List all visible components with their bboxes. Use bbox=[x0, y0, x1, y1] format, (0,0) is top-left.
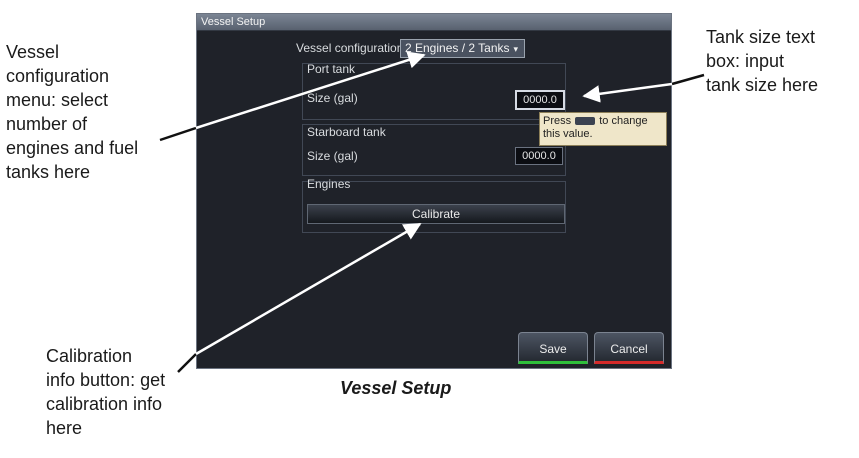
arrow-icon bbox=[195, 222, 422, 356]
arrow-icon bbox=[671, 73, 705, 86]
figure-caption: Vessel Setup bbox=[340, 378, 452, 398]
arrow-icon bbox=[582, 82, 673, 103]
arrow-icon bbox=[159, 126, 197, 142]
arrow-icon bbox=[177, 353, 197, 373]
arrow-icon bbox=[195, 51, 426, 130]
